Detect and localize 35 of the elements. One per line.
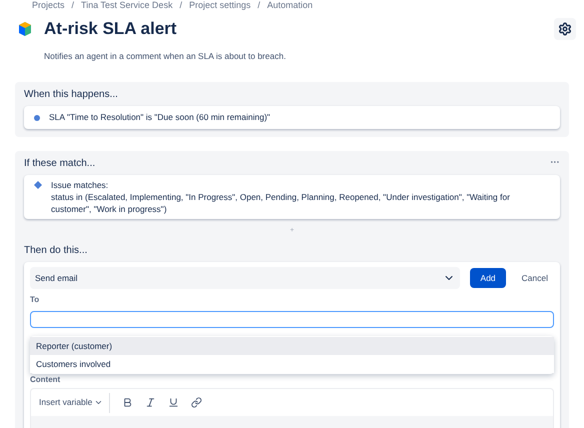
breadcrumb-link[interactable]: Automation xyxy=(267,0,313,11)
section-heading: If these match... xyxy=(24,157,96,172)
suggestion-item[interactable]: Reporter (customer) xyxy=(30,337,554,356)
link-icon[interactable] xyxy=(191,397,202,408)
settings-button[interactable] xyxy=(554,18,576,40)
underline-icon[interactable] xyxy=(168,397,180,408)
add-button[interactable]: Add xyxy=(470,268,506,288)
trigger-text: SLA "Time to Resolution" is "Due soon (60 min remaining)" xyxy=(49,111,270,124)
insert-variable-button[interactable]: Insert variable xyxy=(39,392,110,413)
condition-text: status in (Escalated, Implementing, "In Progress", Open, Pending, Planning, Reopened, "Under investigation", "Waiting for customer", "Work in progress") xyxy=(51,191,511,216)
field-label: To xyxy=(30,294,40,306)
action-select[interactable]: Send email xyxy=(30,267,460,290)
settings-icon xyxy=(558,22,572,36)
to-input-field[interactable] xyxy=(30,310,554,328)
bold-icon[interactable] xyxy=(122,397,134,408)
content-label: Content xyxy=(30,374,62,386)
diamond-icon xyxy=(34,181,42,190)
breadcrumb-separator: / xyxy=(180,0,182,11)
breadcrumb-separator: / xyxy=(72,0,74,11)
cancel-button[interactable]: Cancel xyxy=(516,268,554,288)
breadcrumb-link[interactable]: Projects xyxy=(32,0,65,11)
section-heading: When this happens... xyxy=(24,88,119,102)
breadcrumb-link[interactable]: Tina Test Service Desk xyxy=(81,0,173,11)
content-editor[interactable]: Insert variable xyxy=(30,388,554,428)
condition-card[interactable]: Issue matches: status in (Escalated, Implementing, "In Progress", Open, Pending, Planning, Reopened, "Under investigation", "Waiting for customer", "Work in progress") xyxy=(24,175,560,220)
italic-icon[interactable] xyxy=(145,397,156,408)
breadcrumb-separator: / xyxy=(258,0,260,11)
trigger-card[interactable]: SLA "Time to Resolution" is "Due soon (60 min remaining)" xyxy=(24,106,560,130)
breadcrumb-link[interactable]: Project settings xyxy=(189,0,251,11)
section-heading: Then do this... xyxy=(24,244,88,258)
condition-label: Issue matches: xyxy=(51,179,110,192)
page-title: At-risk SLA alert xyxy=(44,18,177,40)
cube-icon xyxy=(16,20,34,38)
rule-description: Notifies an agent in a comment when an SLA is about to breach. xyxy=(43,50,287,62)
suggestion-item[interactable]: Customers involved xyxy=(30,355,554,374)
